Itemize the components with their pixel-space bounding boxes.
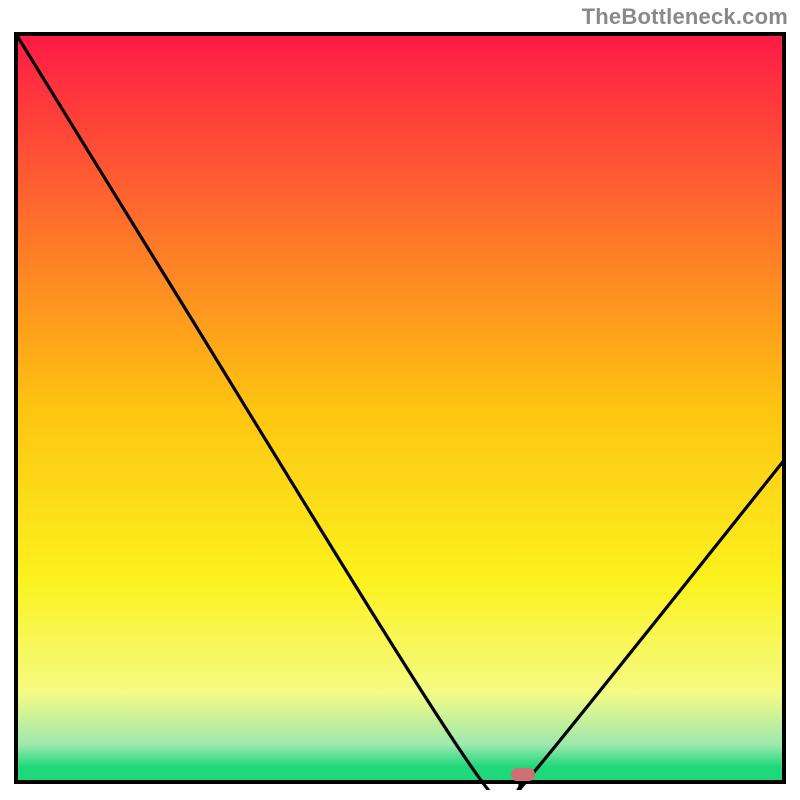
target-marker: [511, 768, 535, 781]
plot-background: [16, 34, 784, 782]
attribution-label: TheBottleneck.com: [582, 4, 788, 30]
bottleneck-chart: [12, 30, 788, 790]
